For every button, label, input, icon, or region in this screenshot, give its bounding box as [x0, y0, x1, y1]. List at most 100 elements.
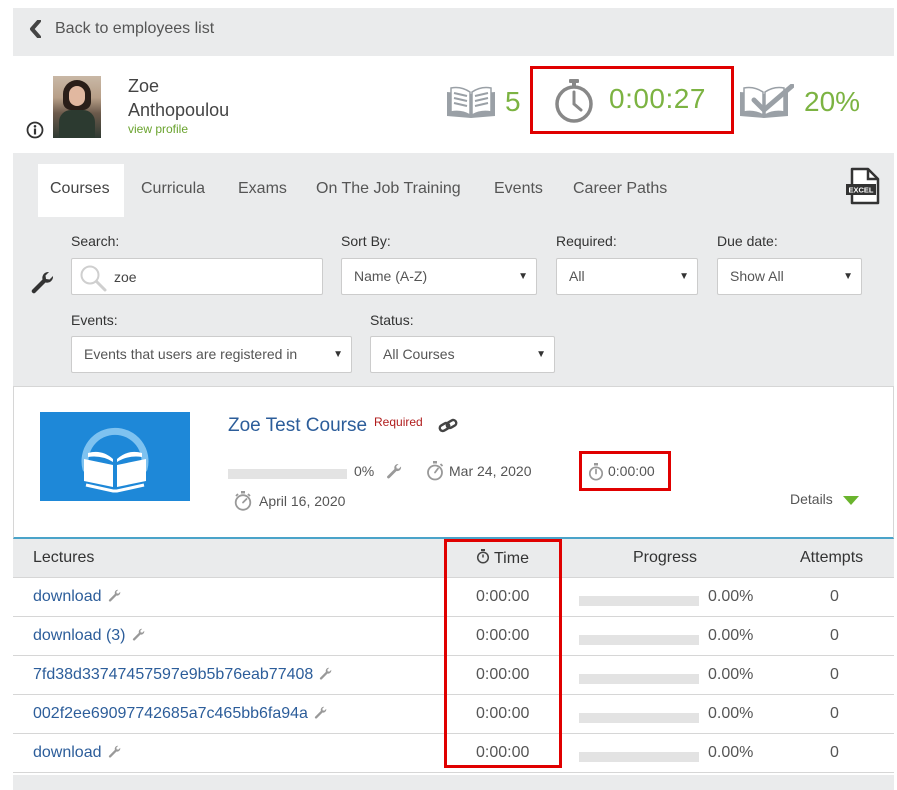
wrench-small-icon[interactable]: [314, 706, 327, 719]
lecture-name-link[interactable]: 7fd38d33747457597e9b5b76eab77408: [33, 666, 332, 684]
tab-events[interactable]: Events: [494, 164, 543, 217]
search-field[interactable]: [71, 258, 323, 295]
lecture-progress-bar: [579, 752, 699, 762]
header-attempts[interactable]: Attempts: [800, 549, 863, 567]
lecture-progress-bar: [579, 674, 699, 684]
wrench-small-icon[interactable]: [319, 667, 332, 680]
lecture-progress-pct: 0.00%: [708, 705, 754, 722]
wrench-small-icon[interactable]: [108, 589, 121, 602]
search-label: Search:: [71, 233, 120, 249]
avatar[interactable]: [53, 76, 101, 138]
lecture-attempts: 0: [830, 627, 839, 644]
due-date-label: Due date:: [717, 233, 778, 249]
caret-down-icon: ▼: [843, 271, 853, 282]
lecture-progress-bar: [579, 635, 699, 645]
lecture-attempts: 0: [830, 744, 839, 761]
view-profile-link[interactable]: view profile: [128, 122, 188, 136]
tab-bar: Courses Curricula Exams On The Job Train…: [13, 153, 894, 217]
completion-value: 20%: [804, 86, 861, 117]
lecture-name-link[interactable]: download (3): [33, 627, 145, 645]
course-start-date: Mar 24, 2020: [449, 463, 532, 479]
status-value: All Courses: [383, 346, 455, 362]
caret-down-icon: ▼: [536, 349, 546, 360]
header-lectures[interactable]: Lectures: [33, 549, 94, 567]
required-select[interactable]: All ▼: [556, 258, 698, 295]
lecture-time: 0:00:00: [476, 588, 530, 605]
wrench-icon[interactable]: [29, 270, 55, 296]
tab-career-paths[interactable]: Career Paths: [573, 164, 667, 217]
total-time-stat: 0:00:27: [530, 66, 734, 134]
due-date-select[interactable]: Show All ▼: [717, 258, 862, 295]
wrench-small-icon[interactable]: [132, 628, 145, 641]
table-row: download 0:00:00 0.00% 0: [13, 734, 894, 773]
search-icon: [80, 265, 107, 292]
triangle-down-icon: [842, 495, 859, 505]
filter-panel: Search: Sort By: Name (A-Z) ▼ Required: …: [13, 217, 894, 387]
course-time-value: 0:00:00: [608, 463, 655, 479]
lecture-progress-bar: [579, 713, 699, 723]
caret-down-icon: ▼: [679, 271, 689, 282]
caret-down-icon: ▼: [518, 271, 528, 282]
lecture-progress-pct: 0.00%: [708, 744, 754, 761]
lecture-time: 0:00:00: [476, 705, 530, 722]
lecture-name-link[interactable]: 002f2ee69097742685a7c465bb6fa94a: [33, 705, 327, 723]
info-icon[interactable]: [26, 121, 44, 139]
details-label: Details: [790, 491, 833, 507]
course-title-link[interactable]: Zoe Test Course: [228, 415, 367, 437]
header-time[interactable]: Time: [476, 549, 529, 568]
open-book-icon: [447, 86, 495, 118]
link-icon[interactable]: [438, 418, 458, 434]
lecture-time: 0:00:00: [476, 666, 530, 683]
back-bar: Back to employees list: [13, 8, 894, 56]
total-time-value: 0:00:27: [609, 83, 706, 114]
wrench-small-icon[interactable]: [386, 463, 402, 479]
table-row: download 0:00:00 0.00% 0: [13, 578, 894, 617]
wrench-small-icon[interactable]: [108, 745, 121, 758]
sort-by-select[interactable]: Name (A-Z) ▼: [341, 258, 537, 295]
stopwatch-icon: [555, 79, 593, 123]
back-to-employees-link[interactable]: Back to employees list: [29, 20, 214, 38]
lecture-attempts: 0: [830, 588, 839, 605]
events-label: Events:: [71, 312, 118, 328]
employee-header: Zoe Anthopoulou view profile 5 0:00:27 2…: [13, 56, 894, 153]
required-label: Required:: [556, 233, 617, 249]
course-thumbnail[interactable]: [40, 412, 190, 501]
table-row: 7fd38d33747457597e9b5b76eab77408 0:00:00…: [13, 656, 894, 695]
sort-by-value: Name (A-Z): [354, 268, 428, 284]
caret-down-icon: ▼: [333, 349, 343, 360]
course-card: Zoe Test Course Required 0% Mar 24, 2020…: [13, 386, 894, 539]
tab-exams[interactable]: Exams: [238, 164, 287, 217]
lecture-name-link[interactable]: download: [33, 588, 121, 606]
due-date-value: Show All: [730, 268, 784, 284]
lecture-attempts: 0: [830, 666, 839, 683]
lecture-time: 0:00:00: [476, 744, 530, 761]
courses-count: 5: [505, 86, 521, 117]
course-time-box: 0:00:00: [579, 451, 671, 491]
header-progress[interactable]: Progress: [633, 549, 697, 567]
tab-on-the-job-training[interactable]: On The Job Training: [316, 164, 461, 217]
completed-date-stopwatch-icon: [234, 491, 252, 511]
lecture-attempts: 0: [830, 705, 839, 722]
excel-export-icon[interactable]: EXCEL: [844, 167, 882, 205]
lecture-time: 0:00:00: [476, 627, 530, 644]
course-progress-bar: [228, 469, 347, 479]
lecture-name-link[interactable]: download: [33, 744, 121, 762]
tab-courses[interactable]: Courses: [38, 164, 124, 217]
bottom-strip: [13, 775, 894, 790]
status-select[interactable]: All Courses ▼: [370, 336, 555, 373]
events-select[interactable]: Events that users are registered in ▼: [71, 336, 352, 373]
start-date-stopwatch-icon: [427, 461, 444, 481]
course-progress-pct: 0%: [354, 463, 375, 479]
stopwatch-icon: [476, 549, 490, 564]
employee-name: Zoe Anthopoulou: [128, 74, 229, 122]
chevron-left-icon: [30, 20, 41, 38]
back-link-label: Back to employees list: [55, 20, 215, 37]
search-input[interactable]: [114, 265, 314, 289]
lectures-table: Lectures Time Progress Attempts download…: [13, 539, 894, 773]
table-header: Lectures Time Progress Attempts: [13, 539, 894, 578]
lecture-progress-pct: 0.00%: [708, 588, 754, 605]
book-logo-icon: [81, 427, 149, 493]
lecture-progress-pct: 0.00%: [708, 627, 754, 644]
tab-curricula[interactable]: Curricula: [141, 164, 205, 217]
details-toggle[interactable]: Details: [790, 491, 859, 507]
